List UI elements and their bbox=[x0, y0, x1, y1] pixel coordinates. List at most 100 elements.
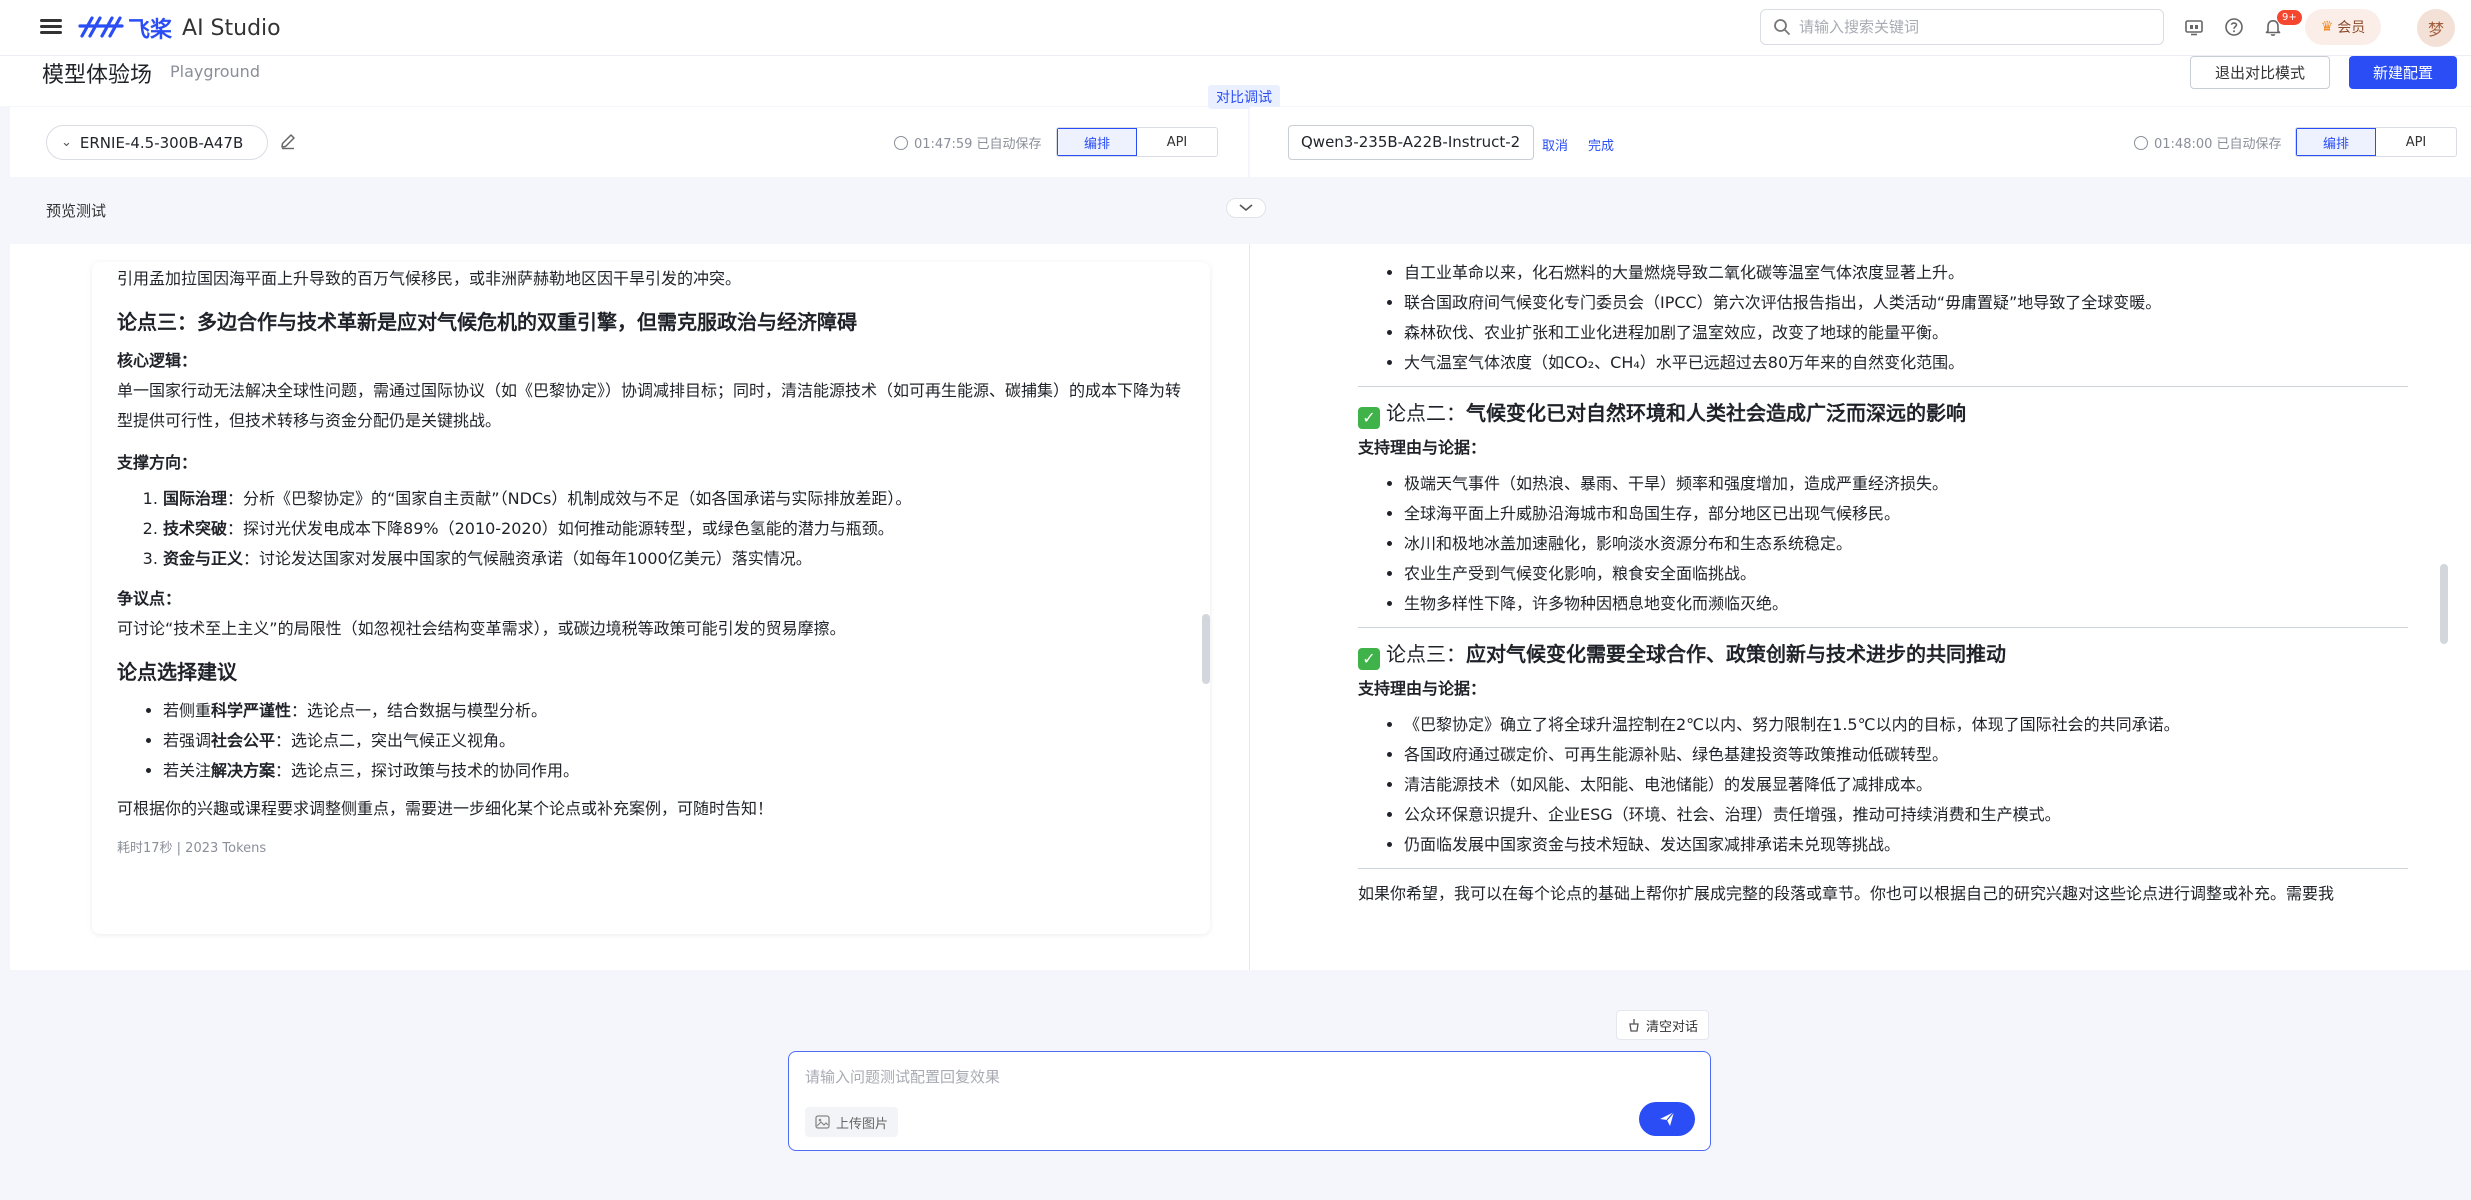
right-tab-api[interactable]: API bbox=[2376, 128, 2456, 156]
core-logic-text: 单一国家行动无法解决全球性问题，需通过国际协议（如《巴黎协定》）协调减排目标；同… bbox=[117, 381, 1182, 430]
list-item: 大气温室气体浓度（如CO₂、CH₄）水平已远超过去80万年来的自然变化范围。 bbox=[1404, 348, 2408, 378]
checkmark-icon: ✓ bbox=[1358, 407, 1380, 429]
help-icon[interactable] bbox=[2224, 17, 2244, 37]
notification-badge: 9+ bbox=[2277, 10, 2302, 25]
list-item: 森林砍伐、农业扩张和工业化进程加剧了温室效应，改变了地球的能量平衡。 bbox=[1404, 318, 2408, 348]
page-subtitle: Playground bbox=[170, 62, 260, 81]
right-scrollbar[interactable] bbox=[2440, 564, 2448, 644]
list-item: 《巴黎协定》确立了将全球升温控制在2℃以内、努力限制在1.5℃以内的目标，体现了… bbox=[1404, 710, 2408, 740]
right-closing: 如果你希望，我可以在每个论点的基础上帮你扩展成完整的段落或章节。你也可以根据自己… bbox=[1358, 884, 2335, 903]
right-response-pane: 自工业革命以来，化石燃料的大量燃烧导致二氧化碳等温室气体浓度显著上升。 联合国政… bbox=[1250, 244, 2471, 970]
list-item: 资金与正义：讨论发达国家对发展中国家的气候融资承诺（如每年1000亿美元）落实情… bbox=[163, 544, 1187, 574]
clock-icon bbox=[2134, 135, 2148, 150]
support-label: 支撑方向 bbox=[117, 453, 182, 472]
list-item: 自工业革命以来，化石燃料的大量燃烧导致二氧化碳等温室气体浓度显著上升。 bbox=[1404, 258, 2408, 288]
left-model-name: ERNIE-4.5-300B-A47B bbox=[79, 133, 244, 152]
search-box[interactable] bbox=[1760, 9, 2164, 45]
right-tab-arrange[interactable]: 编排 bbox=[2296, 128, 2376, 156]
right-point3-title: ✓ 论点三：应对气候变化需要全球合作、政策创新与技术进步的共同推动 bbox=[1358, 638, 2408, 670]
left-tab-api[interactable]: API bbox=[1137, 128, 1217, 156]
suggest-list: 若侧重科学严谨性：选论点一，结合数据与模型分析。 若强调社会公平：选论点二，突出… bbox=[117, 696, 1187, 786]
page-title: 模型体验场 bbox=[42, 63, 153, 88]
search-icon bbox=[1774, 19, 1790, 35]
list-item: 国际治理：分析《巴黎协定》的“国家自主贡献”（NDCs）机制成效与不足（如各国承… bbox=[163, 484, 1187, 514]
left-point3-title: 论点三：多边合作与技术革新是应对气候危机的双重引擎，但需克服政治与经济障碍 bbox=[117, 310, 857, 334]
left-autosave-status: 01:47:59 已自动保存 bbox=[894, 133, 1042, 152]
search-input[interactable] bbox=[1799, 18, 2129, 36]
collapse-button[interactable] bbox=[1226, 198, 1266, 218]
right-point2-title: ✓ 论点二：气候变化已对自然环境和人类社会造成广泛而深远的影响 bbox=[1358, 397, 2408, 429]
right-autosave-status: 01:48:00 已自动保存 bbox=[2134, 133, 2282, 152]
list-item: 技术突破：探讨光伏发电成本下降89%（2010-2020）如何推动能源转型，或绿… bbox=[163, 514, 1187, 544]
list-item: 极端天气事件（如热浪、暴雨、干旱）频率和强度增加，造成严重经济损失。 bbox=[1404, 469, 2408, 499]
top-bar: 飞桨 AI Studio 9+ ♛ 会员 梦 bbox=[0, 0, 2471, 56]
chat-input[interactable] bbox=[805, 1066, 1665, 1092]
right-model-name-input[interactable]: Qwen3-235B-A22B-Instruct-2 bbox=[1288, 125, 1534, 160]
paddle-logo-icon bbox=[78, 16, 124, 38]
dispute-label: 争议点 bbox=[117, 589, 166, 608]
left-config-row: ⌄ ERNIE-4.5-300B-A47B 01:47:59 已自动保存 编排 … bbox=[10, 107, 1248, 177]
point3-list: 《巴黎协定》确立了将全球升温控制在2℃以内、努力限制在1.5℃以内的目标，体现了… bbox=[1358, 710, 2408, 860]
list-item: 若关注解决方案：选论点三，探讨政策与技术的协同作用。 bbox=[163, 756, 1187, 786]
exit-compare-button[interactable]: 退出对比模式 bbox=[2190, 56, 2330, 89]
cancel-button[interactable]: 取消 bbox=[1542, 135, 1568, 154]
left-autosave-text: 01:47:59 已自动保存 bbox=[914, 137, 1042, 152]
menu-icon[interactable] bbox=[40, 16, 62, 38]
right-mode-tabs: 编排 API bbox=[2295, 127, 2457, 157]
left-response-pane: 引用孟加拉国因海平面上升导致的百万气候移民，或非洲萨赫勒地区因干旱引发的冲突。 … bbox=[10, 244, 1249, 970]
right-config-row: Qwen3-235B-A22B-Instruct-2 取消 完成 01:48:0… bbox=[1250, 107, 2471, 177]
top-list: 自工业革命以来，化石燃料的大量燃烧导致二氧化碳等温室气体浓度显著上升。 联合国政… bbox=[1358, 258, 2408, 378]
list-item: 若强调社会公平：选论点二，突出气候正义视角。 bbox=[163, 726, 1187, 756]
chevron-down-icon bbox=[1239, 204, 1253, 212]
left-closing: 可根据你的兴趣或课程要求调整侧重点，需要进一步细化某个论点或补充案例，可随时告知… bbox=[117, 799, 774, 818]
left-tab-arrange[interactable]: 编排 bbox=[1057, 128, 1137, 156]
list-item: 联合国政府间气候变化专门委员会（IPCC）第六次评估报告指出，人类活动“毋庸置疑… bbox=[1404, 288, 2408, 318]
left-mode-tabs: 编排 API bbox=[1056, 127, 1218, 157]
monitor-icon[interactable] bbox=[2184, 17, 2204, 37]
core-logic-label: 核心逻辑 bbox=[117, 351, 182, 370]
left-scrollbar[interactable] bbox=[1202, 614, 1210, 684]
list-item: 生物多样性下降，许多物种因栖息地变化而濒临灭绝。 bbox=[1404, 589, 2408, 619]
compare-tag: 对比调试 bbox=[1208, 85, 1280, 109]
preview-label: 预览测试 bbox=[46, 202, 107, 220]
edit-icon[interactable] bbox=[278, 131, 298, 151]
list-item: 公众环保意识提升、企业ESG（环境、社会、治理）责任增强，推动可持续消费和生产模… bbox=[1404, 800, 2408, 830]
left-model-select[interactable]: ⌄ ERNIE-4.5-300B-A47B bbox=[46, 125, 268, 160]
clock-icon bbox=[894, 135, 908, 150]
upload-image-label: 上传图片 bbox=[836, 1116, 889, 1132]
left-top-line: 引用孟加拉国因海平面上升导致的百万气候移民，或非洲萨赫勒地区因干旱引发的冲突。 bbox=[117, 269, 742, 288]
new-config-button[interactable]: 新建配置 bbox=[2349, 56, 2457, 89]
list-item: 各国政府通过碳定价、可再生能源补贴、绿色基建投资等政策推动低碳转型。 bbox=[1404, 740, 2408, 770]
member-label: 会员 bbox=[2337, 20, 2366, 36]
clear-chat-label: 清空对话 bbox=[1646, 1019, 1699, 1035]
support-list: 国际治理：分析《巴黎协定》的“国家自主贡献”（NDCs）机制成效与不足（如各国承… bbox=[117, 484, 1187, 574]
response-meta: 耗时17秒 | 2023 Tokens bbox=[117, 841, 267, 856]
logo[interactable]: 飞桨 AI Studio bbox=[78, 12, 281, 44]
right-response-content: 自工业革命以来，化石燃料的大量燃烧导致二氧化碳等温室气体浓度显著上升。 联合国政… bbox=[1358, 258, 2408, 958]
chat-input-box: 上传图片 bbox=[788, 1051, 1711, 1151]
suggest-title: 论点选择建议 bbox=[117, 660, 237, 684]
left-response-content: 引用孟加拉国因海平面上升导致的百万气候移民，或非洲萨赫勒地区因干旱引发的冲突。 … bbox=[117, 264, 1187, 864]
support-label: 支持理由与论据： bbox=[1358, 438, 1487, 457]
list-item: 全球海平面上升威胁沿海城市和岛国生存，部分地区已出现气候移民。 bbox=[1404, 499, 2408, 529]
divider-line bbox=[1358, 868, 2408, 869]
avatar[interactable]: 梦 bbox=[2417, 9, 2455, 47]
clear-chat-button[interactable]: 清空对话 bbox=[1616, 1010, 1710, 1040]
done-button[interactable]: 完成 bbox=[1588, 135, 1614, 154]
list-item: 若侧重科学严谨性：选论点一，结合数据与模型分析。 bbox=[163, 696, 1187, 726]
logo-cn-text: 飞桨 bbox=[128, 18, 173, 43]
divider-line bbox=[1358, 627, 2408, 628]
send-icon bbox=[1660, 1111, 1675, 1126]
send-button[interactable] bbox=[1639, 1102, 1695, 1136]
list-item: 农业生产受到气候变化影响，粮食安全面临挑战。 bbox=[1404, 559, 2408, 589]
checkmark-icon: ✓ bbox=[1358, 648, 1380, 670]
member-button[interactable]: ♛ 会员 bbox=[2305, 9, 2381, 45]
upload-image-button[interactable]: 上传图片 bbox=[805, 1107, 899, 1137]
list-item: 仍面临发展中国家资金与技术短缺、发达国家减排承诺未兑现等挑战。 bbox=[1404, 830, 2408, 860]
right-autosave-text: 01:48:00 已自动保存 bbox=[2154, 137, 2282, 152]
list-item: 清洁能源技术（如风能、太阳能、电池储能）的发展显著降低了减排成本。 bbox=[1404, 770, 2408, 800]
preview-bar: 预览测试 bbox=[10, 180, 2471, 244]
chevron-down-icon: ⌄ bbox=[61, 135, 72, 150]
point2-list: 极端天气事件（如热浪、暴雨、干旱）频率和强度增加，造成严重经济损失。 全球海平面… bbox=[1358, 469, 2408, 619]
dispute-text: 可讨论“技术至上主义”的局限性（如忽视社会结构变革需求），或碳边境税等政策可能引… bbox=[117, 619, 846, 638]
